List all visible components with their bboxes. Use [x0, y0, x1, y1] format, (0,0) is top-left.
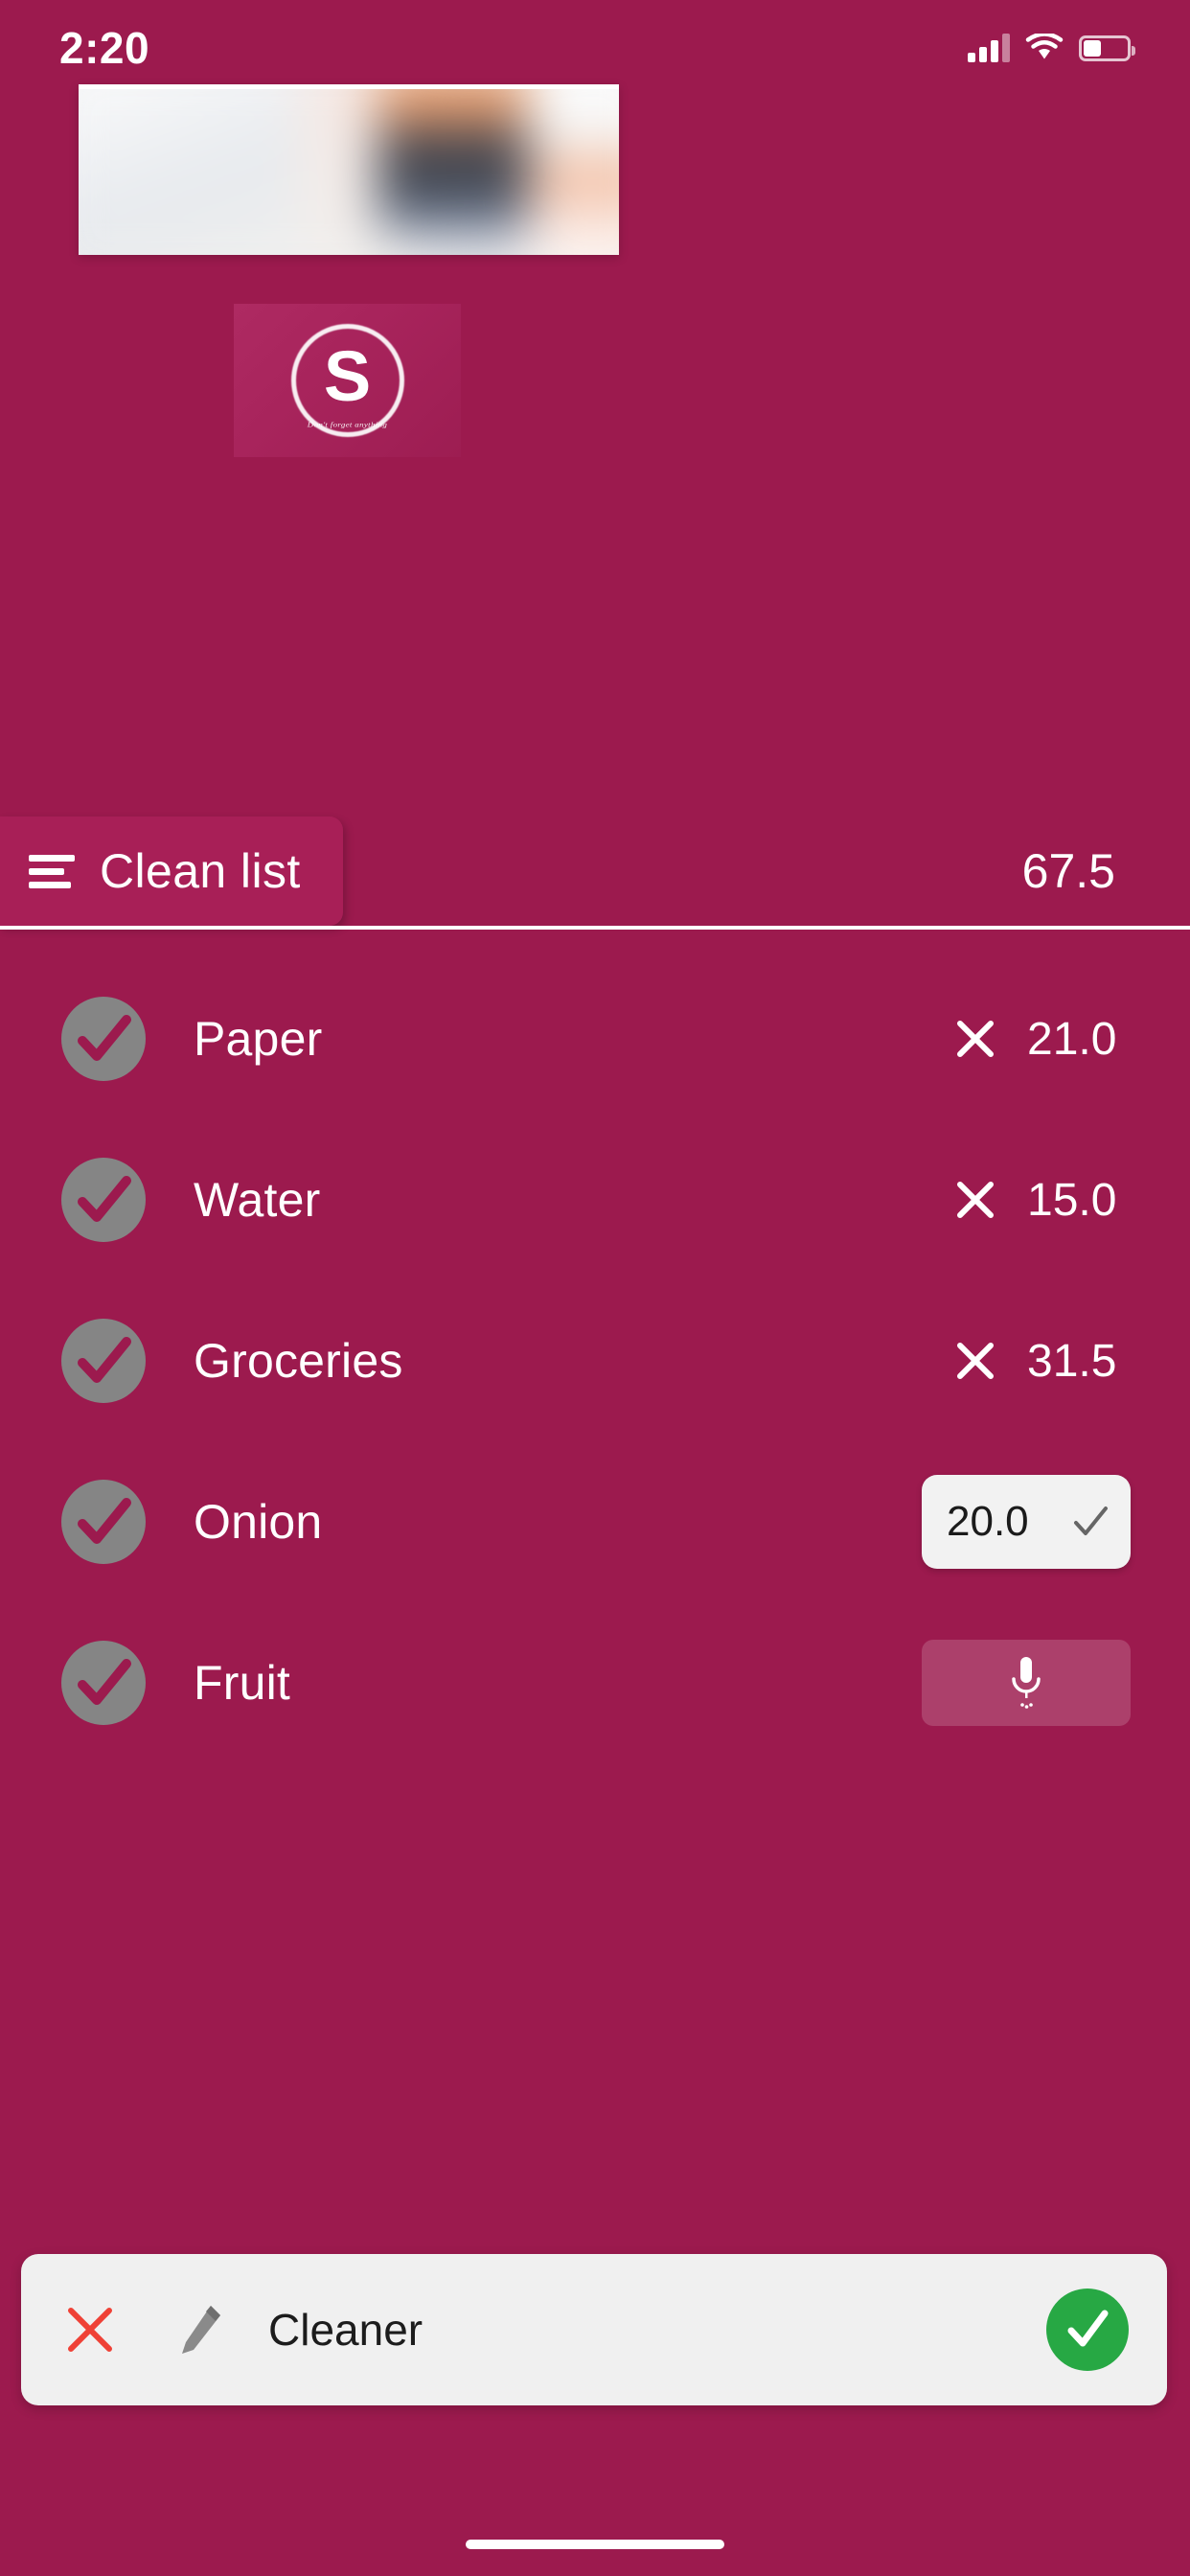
- microphone-icon[interactable]: [1005, 1654, 1047, 1712]
- cellular-signal-icon: [968, 34, 1010, 62]
- item-label: Fruit: [194, 1656, 290, 1710]
- checkbox-checked-icon[interactable]: [61, 1158, 146, 1242]
- app-screen: 2:20 S Don't forget anything Clean list …: [0, 0, 1190, 2576]
- confirm-button[interactable]: [1046, 2288, 1129, 2371]
- checkbox-checked-icon[interactable]: [61, 997, 146, 1081]
- item-actions: 21.0: [954, 1013, 1131, 1066]
- wifi-icon: [1025, 34, 1064, 59]
- header-divider: [0, 926, 1190, 930]
- item-value[interactable]: 15.0: [1027, 1174, 1131, 1227]
- status-bar: 2:20: [0, 0, 1190, 96]
- status-time: 2:20: [59, 23, 150, 73]
- list-item[interactable]: Onion 20.0: [0, 1441, 1190, 1602]
- battery-icon: [1079, 34, 1135, 61]
- close-x-icon[interactable]: [954, 1340, 996, 1382]
- app-logo-card: S Don't forget anything: [234, 304, 461, 457]
- value-input-text[interactable]: 20.0: [947, 1498, 1029, 1546]
- item-label: Paper: [194, 1012, 323, 1066]
- list-item[interactable]: Water 15.0: [0, 1119, 1190, 1280]
- hamburger-menu-icon[interactable]: [29, 854, 75, 888]
- value-input-field[interactable]: 20.0: [922, 1475, 1131, 1569]
- list-item[interactable]: Groceries 31.5: [0, 1280, 1190, 1441]
- checkbox-checked-icon[interactable]: [61, 1480, 146, 1564]
- list-title: Clean list: [100, 844, 301, 898]
- new-item-entry-bar: Cleaner: [21, 2254, 1167, 2405]
- close-x-icon[interactable]: [954, 1179, 996, 1221]
- list-item[interactable]: Paper 21.0: [0, 958, 1190, 1119]
- item-value[interactable]: 31.5: [1027, 1335, 1131, 1388]
- logo-tagline: Don't forget anything: [307, 420, 388, 429]
- check-icon[interactable]: [1071, 1503, 1110, 1541]
- checkbox-checked-icon[interactable]: [61, 1319, 146, 1403]
- clean-list-button[interactable]: Clean list: [0, 816, 343, 926]
- item-actions: 31.5: [954, 1335, 1131, 1388]
- checkbox-checked-icon[interactable]: [61, 1641, 146, 1725]
- new-item-text[interactable]: Cleaner: [268, 2304, 423, 2356]
- check-circle-icon: [1067, 2310, 1109, 2347]
- list-total: 67.5: [1021, 844, 1115, 898]
- list-header: Clean list 67.5: [0, 816, 1190, 926]
- close-x-icon[interactable]: [63, 2303, 117, 2357]
- blurred-photo-banner: [79, 84, 619, 255]
- item-label: Groceries: [194, 1334, 403, 1388]
- item-label: Water: [194, 1173, 321, 1227]
- list-item[interactable]: Fruit: [0, 1602, 1190, 1763]
- logo-badge: S Don't forget anything: [290, 324, 404, 437]
- close-x-icon[interactable]: [954, 1018, 996, 1060]
- home-indicator[interactable]: [466, 2540, 724, 2549]
- status-indicators: [968, 34, 1135, 62]
- pencil-icon[interactable]: [176, 2304, 224, 2356]
- item-actions: 15.0: [954, 1174, 1131, 1227]
- item-list: Paper 21.0 Water 15.0 Groceries 31.5 Oni…: [0, 958, 1190, 1763]
- voice-input-button[interactable]: [922, 1640, 1131, 1726]
- item-value[interactable]: 21.0: [1027, 1013, 1131, 1066]
- item-label: Onion: [194, 1495, 323, 1549]
